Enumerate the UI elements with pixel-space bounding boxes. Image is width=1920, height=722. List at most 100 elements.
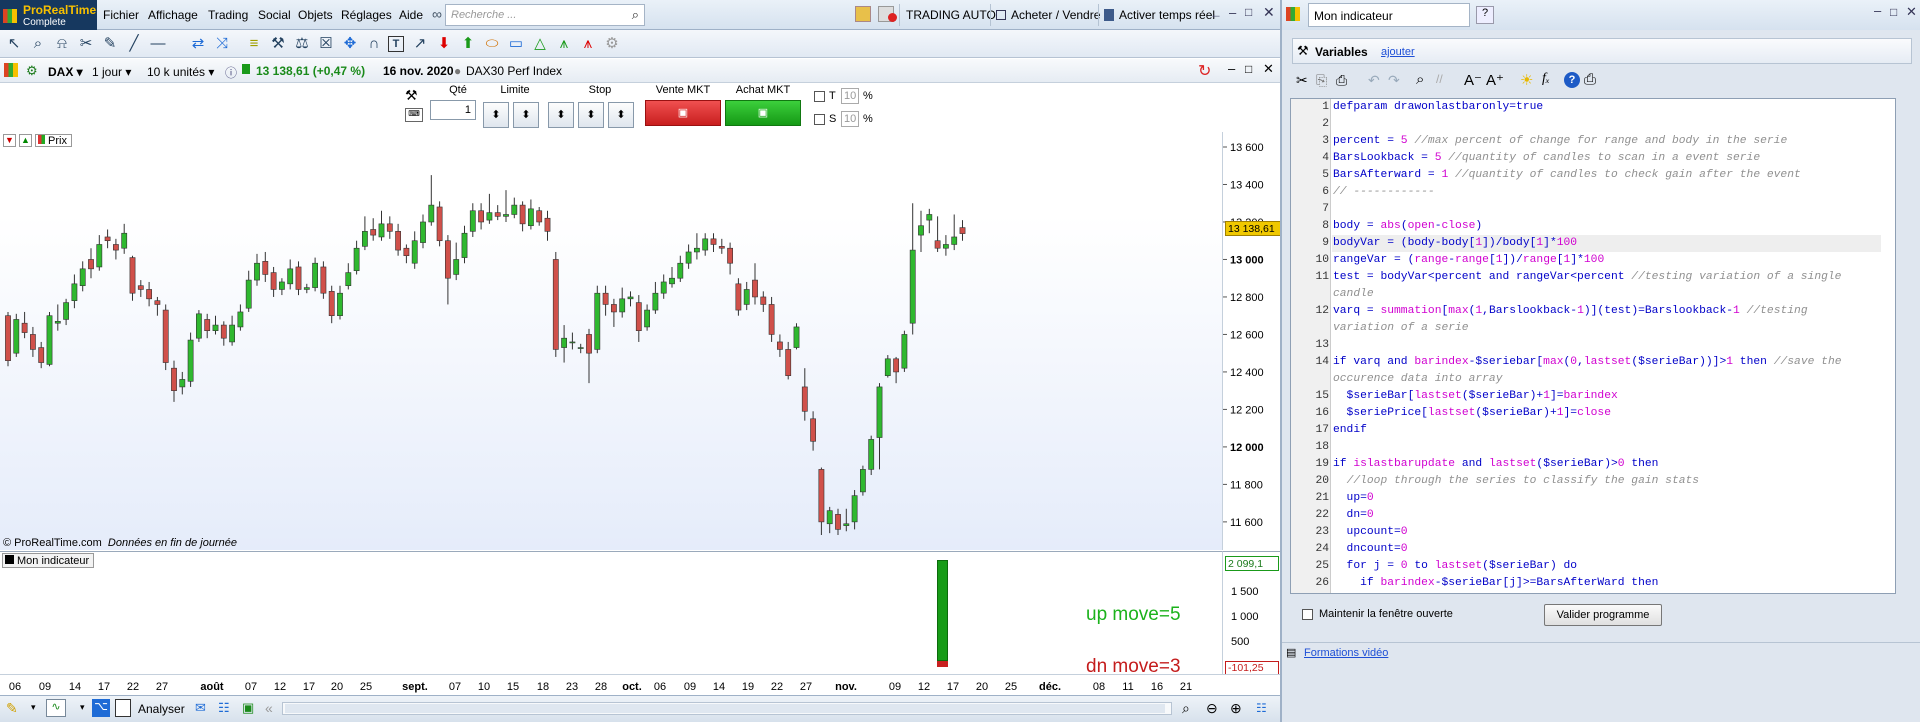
stop-button-1[interactable]: ⬍ [548, 102, 574, 128]
font-increase-icon[interactable]: A⁺ [1486, 71, 1504, 89]
code-line[interactable]: BarsAfterward = 1 //quantity of candles … [1333, 169, 1801, 181]
pointer-icon[interactable]: ↖ [4, 34, 24, 54]
function-icon[interactable]: fₓ [1542, 71, 1550, 87]
price-axis[interactable]: 13 60013 40013 20013 00012 80012 60012 4… [1222, 132, 1281, 550]
menu-social[interactable]: Social [258, 8, 291, 22]
horizontal-scrollbar[interactable] [282, 702, 1172, 715]
keyboard-icon[interactable]: ⌨ [405, 108, 423, 122]
code-line[interactable]: body = abs(open-close) [1333, 220, 1482, 232]
menu-fichier[interactable]: Fichier [103, 8, 139, 22]
arrow-icon[interactable]: ↗ [410, 34, 430, 54]
code-line[interactable]: if islastbarupdate and lastset($serieBar… [1333, 458, 1658, 470]
t-checkbox[interactable] [814, 91, 825, 102]
channel-icon[interactable]: ⤨ [212, 34, 232, 54]
limit-buy-button[interactable]: ⬍ [483, 102, 509, 128]
code-line[interactable]: occurence data into array [1333, 373, 1502, 385]
bell-icon[interactable]: ⍾ [52, 34, 72, 54]
code-line[interactable]: for j = 0 to lastset($serieBar) do [1333, 560, 1578, 572]
redo-icon[interactable]: ↷ [1388, 72, 1400, 89]
minimize-icon[interactable]: – [1229, 5, 1236, 20]
settings-icon[interactable]: ⚙ [602, 34, 622, 54]
zoom-in-icon[interactable]: ⊕ [1230, 700, 1242, 717]
chart-menu-icon[interactable] [4, 63, 18, 77]
buy-sell-button[interactable]: Acheter / Vendre [990, 4, 1106, 26]
qty-input[interactable]: 1 [430, 100, 476, 120]
brush-icon[interactable]: ✎ [100, 34, 120, 54]
rewind-icon[interactable]: « [265, 700, 273, 716]
zoom-out-icon[interactable]: ⊖ [1206, 700, 1218, 717]
code-line[interactable]: dncount=0 [1333, 543, 1408, 555]
trading-auto-button[interactable]: TRADING AUTO [899, 4, 1002, 26]
trash-icon[interactable]: ☒ [316, 34, 336, 54]
trend-icon[interactable]: ⇄ [188, 34, 208, 54]
add-variable-link[interactable]: ajouter [1381, 46, 1415, 58]
close-icon[interactable]: ✕ [1263, 4, 1275, 21]
units-dropdown[interactable]: 10 k unités ▾ [143, 63, 218, 80]
trading-tool-icon[interactable] [855, 6, 871, 22]
chart-close-icon[interactable]: ✕ [1263, 61, 1274, 77]
indicator-tab[interactable]: Mon indicateur [2, 553, 95, 568]
pencil-dropdown-icon[interactable]: ▾ [31, 702, 36, 713]
code-line[interactable]: percent = 5 //max percent of change for … [1333, 135, 1787, 147]
up-arrow-icon[interactable]: ⬆ [458, 34, 478, 54]
panel-close-icon[interactable]: ✕ [1906, 4, 1917, 20]
activate-realtime-button[interactable]: Activer temps réel [1098, 4, 1221, 26]
cut-icon[interactable]: ✂ [1296, 72, 1308, 89]
code-line[interactable]: //loop through the series to classify th… [1333, 475, 1700, 487]
code-editor[interactable]: 1 2 3 4 5 6 7 8 9 10 11 12 13 14 15 16 17 18 19 20 21 22 23 24 2… [1290, 98, 1896, 594]
back-icon[interactable]: ← [1210, 7, 1222, 21]
grid-settings-icon[interactable]: ☷ [1256, 701, 1267, 715]
search-code-icon[interactable]: ⌕ [1416, 71, 1424, 88]
code-line[interactable]: endif [1333, 424, 1367, 436]
code-line[interactable]: defparam drawonlastbaronly=true [1333, 101, 1543, 113]
chat-icon[interactable]: ✉ [195, 700, 206, 716]
maximize-icon[interactable]: □ [1245, 5, 1252, 19]
analyze-icon[interactable] [115, 699, 131, 717]
keep-open-checkbox[interactable] [1302, 609, 1313, 620]
validate-program-button[interactable]: Valider programme [1544, 604, 1662, 626]
code-line[interactable]: varq = summation[max(1,Barslookback-1)](… [1333, 305, 1808, 317]
buy-mkt-button[interactable]: ▣ [725, 100, 801, 126]
limit-sell-button[interactable]: ⬍ [513, 102, 539, 128]
text-icon[interactable]: T [388, 36, 404, 52]
code-line[interactable]: dn=0 [1333, 509, 1374, 521]
sell-mkt-button[interactable]: ▣ [645, 100, 721, 126]
code-line[interactable]: if varq and barindex-$seriebar[max(0,las… [1333, 356, 1842, 368]
wrench-icon[interactable]: ⚒ [405, 87, 418, 104]
help-circle-icon[interactable]: ? [1564, 72, 1580, 88]
triangle-icon[interactable]: △ [530, 34, 550, 54]
expand-icon[interactable]: ▲ [19, 134, 32, 147]
fan2-icon[interactable]: ⩚ [578, 34, 598, 54]
settings-icon[interactable]: ⚙ [26, 63, 38, 79]
rectangle-icon[interactable]: ▭ [506, 34, 526, 54]
pencil-icon[interactable]: ✎ [6, 700, 18, 717]
chart-maximize-icon[interactable]: □ [1245, 62, 1252, 76]
zoom-icon[interactable]: ⌕ [28, 34, 48, 54]
code-line[interactable]: rangeVar = (range-range[1])/range[1]*100 [1333, 254, 1604, 266]
calendar-icon[interactable]: ☷ [218, 700, 230, 716]
screener-icon[interactable]: ▣ [242, 700, 254, 716]
code-line[interactable]: upcount=0 [1333, 526, 1408, 538]
price-chart[interactable]: ▼ ▲ Prix © ProRealTime.com Données en fi… [0, 132, 1222, 550]
refresh-icon[interactable]: ↻ [1198, 61, 1211, 81]
code-line[interactable]: up=0 [1333, 492, 1374, 504]
chart-type-icon[interactable]: ∿ [46, 699, 66, 717]
idea-icon[interactable]: ☀ [1520, 71, 1533, 89]
symbol-dropdown[interactable]: DAX ▾ [44, 63, 87, 80]
zoom-fit-icon[interactable]: ⌕ [1182, 700, 1190, 717]
comment-icon[interactable]: // [1436, 72, 1443, 86]
menu-trading[interactable]: Trading [208, 8, 248, 22]
code-line[interactable]: $serieBar[lastset($serieBar)+1]=barindex [1333, 390, 1618, 402]
menu-reglages[interactable]: Réglages [341, 8, 392, 22]
indicator-name-field[interactable]: Mon indicateur [1308, 3, 1470, 27]
copy-icon[interactable]: ⎘ [1316, 72, 1327, 89]
s-checkbox[interactable] [814, 114, 825, 125]
date-axis[interactable]: 06 09 14 17 22 27 août 07 12 17 20 25 sept. 07 10 15 18 2… [0, 674, 1280, 695]
magnet-icon[interactable]: ∩ [364, 34, 384, 54]
window-menu-icon[interactable] [1286, 7, 1300, 21]
indicator-pane[interactable]: Mon indicateur up move=5 dn move=3 [0, 551, 1222, 677]
collapse-icon[interactable]: ▼ [3, 134, 16, 147]
video-tutorials-link[interactable]: Formations vidéo [1304, 647, 1388, 659]
price-series-tab[interactable]: Prix [35, 134, 72, 147]
code-line[interactable]: test = bodyVar<percent and rangeVar<perc… [1333, 271, 1841, 283]
